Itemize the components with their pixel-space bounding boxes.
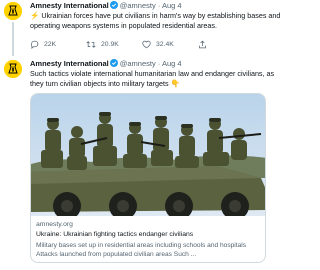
tweet-actions: 22K 20.9K 32.4K — [30, 38, 280, 50]
card-domain: amnesty.org — [36, 221, 73, 228]
avatar[interactable] — [4, 2, 22, 20]
tweet-text: Such tactics violate international human… — [30, 69, 282, 89]
retweet-button[interactable]: 20.9K — [86, 40, 142, 49]
tweet-body: Such tactics violate international human… — [30, 69, 275, 88]
author-name[interactable]: Amnesty International — [30, 1, 109, 10]
share-icon — [199, 40, 206, 48]
avatar[interactable] — [4, 60, 22, 78]
like-button[interactable]: 32.4K — [142, 40, 198, 49]
tweet[interactable]: Amnesty International @amnesty · Aug 4 ⚡ … — [0, 0, 286, 58]
card-image — [31, 94, 265, 216]
card-title: Ukraine: Ukrainian fighting tactics enda… — [36, 231, 194, 238]
reply-count: 22K — [44, 40, 57, 48]
retweet-icon — [86, 40, 96, 48]
retweet-count: 20.9K — [101, 40, 119, 48]
share-button[interactable] — [198, 40, 212, 49]
tweet[interactable]: Amnesty International @amnesty · Aug 4 Su… — [0, 58, 286, 270]
author-handle[interactable]: @amnesty — [120, 1, 156, 10]
heart-icon — [142, 40, 151, 48]
timestamp[interactable]: Aug 4 — [162, 59, 182, 68]
pointing-down-emoji: 👇 — [170, 79, 180, 88]
thread-line — [12, 22, 14, 56]
tweet-body: Ukrainian forces have put civilians in h… — [30, 11, 281, 30]
author-handle[interactable]: @amnesty — [120, 59, 156, 68]
amnesty-candle-logo-icon — [4, 60, 22, 78]
author-name[interactable]: Amnesty International — [30, 59, 109, 68]
like-count: 32.4K — [156, 40, 174, 48]
tweet-text: ⚡ Ukrainian forces have put civilians in… — [30, 11, 282, 31]
separator-dot: · — [157, 59, 161, 68]
lightning-emoji: ⚡ — [30, 11, 40, 20]
amnesty-candle-logo-icon — [4, 2, 22, 20]
separator-dot: · — [157, 1, 161, 10]
link-card[interactable]: amnesty.org Ukraine: Ukrainian fighting … — [30, 93, 266, 263]
timestamp[interactable]: Aug 4 — [162, 1, 182, 10]
card-description: Military bases set up in residential are… — [36, 242, 247, 258]
reply-button[interactable]: 22K — [30, 40, 86, 49]
reply-icon — [31, 40, 39, 49]
